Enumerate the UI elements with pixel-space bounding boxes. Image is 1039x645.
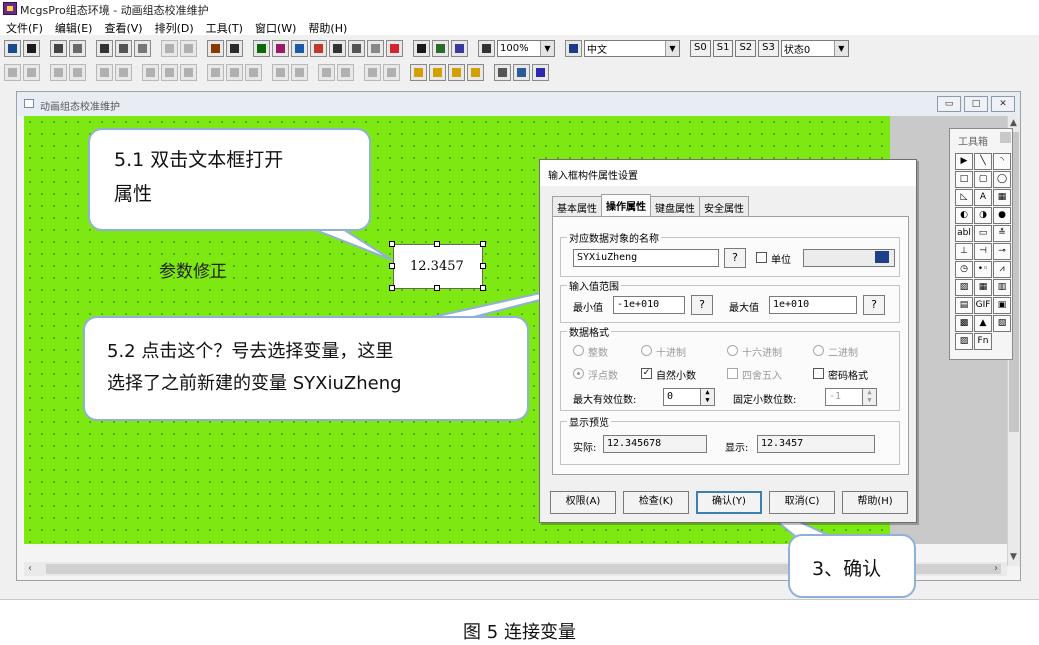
tab-basic[interactable]: 基本属性 — [552, 196, 602, 216]
password-checkbox[interactable] — [813, 368, 824, 379]
natural-decimal-checkbox[interactable]: ✓ — [641, 368, 652, 379]
unit-label: 单位 — [771, 255, 791, 266]
range-group: 输入值范围 最小值 -1e+010 ? 最大值 1e+010 ? — [560, 278, 900, 323]
display-label: 显示: — [725, 443, 749, 454]
fixed-decimal-field[interactable]: -1 ▲ ▼ — [825, 388, 877, 406]
callout-step-5-2: 5.2 点击这个？号去选择变量，这里 选择了之前新建的变量 SYXiuZheng — [83, 316, 529, 421]
language-icon — [875, 251, 889, 263]
min-select-button[interactable]: ? — [691, 295, 713, 315]
format-group: 数据格式 整数 十进制 十六进制 二进制 浮点数 ✓ 自然小数 四舍五入 密码格… — [560, 324, 900, 411]
max-digits-label: 最大有效位数: — [573, 395, 637, 406]
callout-step-5-1: 5.1 双击文本框打开 属性 — [88, 128, 371, 231]
dialog-title-bar: 输入框构件属性设置 — [540, 160, 916, 186]
figure-caption: 图 5 连接变量 — [463, 622, 576, 643]
confirm-button[interactable]: 确认(Y) — [696, 491, 762, 514]
callout-text: 3、确认 — [812, 558, 882, 580]
radio-binary-label: 二进制 — [828, 348, 858, 359]
spin-icon[interactable]: ▲ ▼ — [862, 389, 876, 405]
max-select-button[interactable]: ? — [863, 295, 885, 315]
check-button[interactable]: 检查(K) — [623, 491, 689, 514]
group-title: 数据格式 — [567, 324, 611, 339]
binding-group: 对应数据对象的名称 SYXiuZheng ? 单位 — [560, 230, 900, 277]
max-label: 最大值 — [729, 303, 759, 314]
natural-decimal-label: 自然小数 — [656, 371, 696, 382]
group-title: 显示预览 — [567, 414, 611, 429]
spin-icon[interactable]: ▲ ▼ — [700, 389, 714, 405]
group-title: 输入值范围 — [567, 278, 621, 293]
radio-hex-label: 十六进制 — [742, 348, 782, 359]
radio-float-label: 浮点数 — [588, 371, 618, 382]
dialog-title: 输入框构件属性设置 — [548, 171, 638, 182]
radio-decimal-label: 十进制 — [656, 348, 686, 359]
radio-integer-label: 整数 — [588, 348, 608, 359]
fixed-decimal-label: 固定小数位数: — [733, 395, 797, 406]
radio-integer[interactable] — [573, 345, 584, 356]
tab-keyboard[interactable]: 键盘属性 — [650, 196, 700, 216]
help-button[interactable]: 帮助(H) — [842, 491, 908, 514]
radio-float[interactable] — [573, 368, 584, 379]
round-checkbox[interactable] — [727, 368, 738, 379]
callout-text: 5.2 点击这个？号去选择变量，这里 — [107, 341, 394, 362]
tab-panel: 对应数据对象的名称 SYXiuZheng ? 单位 输入值范围 最小值 -1e+… — [552, 216, 909, 475]
max-digits-value: 0 — [667, 391, 674, 402]
fixed-decimal-value: -1 — [829, 391, 842, 402]
round-label: 四舍五入 — [742, 371, 782, 382]
radio-decimal[interactable] — [641, 345, 652, 356]
cancel-button[interactable]: 取消(C) — [769, 491, 835, 514]
password-label: 密码格式 — [828, 371, 868, 382]
data-object-field[interactable]: SYXiuZheng — [573, 249, 719, 267]
max-digits-field[interactable]: 0 ▲ ▼ — [663, 388, 715, 406]
preview-group: 显示预览 实际: 12.345678 显示: 12.3457 — [560, 414, 900, 465]
callout-step-3: 3、确认 — [788, 534, 916, 598]
permission-button[interactable]: 权限(A) — [550, 491, 616, 514]
min-value-field[interactable]: -1e+010 — [613, 296, 685, 314]
actual-value: 12.345678 — [603, 435, 707, 453]
callout-text: 属性 — [114, 183, 153, 205]
max-value-field[interactable]: 1e+010 — [769, 296, 857, 314]
tab-operation[interactable]: 操作属性 — [601, 194, 651, 216]
callout-text: 选择了之前新建的变量 SYXiuZheng — [107, 373, 402, 394]
property-dialog: 输入框构件属性设置 基本属性 操作属性 键盘属性 安全属性 对应数据对象的名称 … — [539, 159, 917, 523]
callout-text: 5.1 双击文本框打开 — [114, 149, 284, 171]
min-label: 最小值 — [573, 303, 603, 314]
unit-checkbox[interactable] — [756, 252, 767, 263]
group-title: 对应数据对象的名称 — [567, 230, 661, 245]
radio-binary[interactable] — [813, 345, 824, 356]
select-variable-button[interactable]: ? — [724, 248, 746, 268]
radio-hex[interactable] — [727, 345, 738, 356]
display-value: 12.3457 — [757, 435, 875, 453]
actual-label: 实际: — [573, 443, 597, 454]
dialog-tabs: 基本属性 操作属性 键盘属性 安全属性 — [552, 194, 749, 216]
tab-security[interactable]: 安全属性 — [699, 196, 749, 216]
